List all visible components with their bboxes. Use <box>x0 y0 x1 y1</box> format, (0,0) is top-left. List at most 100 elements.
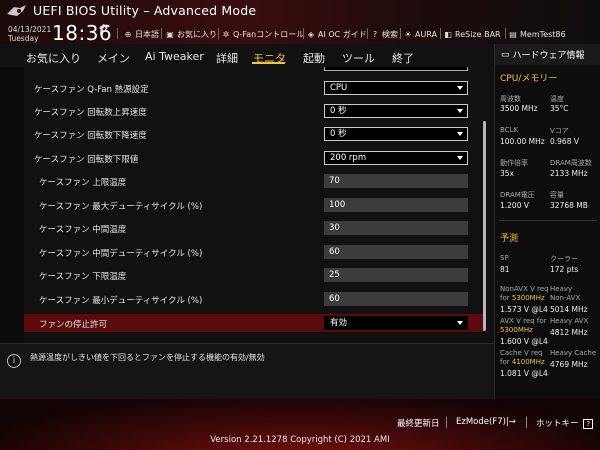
setting-label: ケースファン 回転数下限値 <box>34 155 139 165</box>
toolbar-search-label: 検索 <box>382 29 398 39</box>
clipped-dropdown <box>324 67 468 71</box>
step-up-dropdown[interactable]: 0 秒 <box>324 104 468 118</box>
setting-label: ケースファン 下限温度 <box>39 272 127 282</box>
cache-freq: 4100MHz <box>511 358 545 366</box>
dropdown-value: CPU <box>330 83 348 93</box>
toolbar-search[interactable]: ? 検索 <box>370 28 398 40</box>
toolbar-ai-oc-label: AI OC ガイド <box>318 29 367 39</box>
chevron-down-icon <box>457 109 463 113</box>
toolbar-qfan[interactable]: ✲ Q-Fanコントロール <box>221 28 305 40</box>
footer-divider <box>526 417 527 428</box>
cooler-label: クーラー <box>550 255 578 263</box>
avx-label: AVX V req for <box>500 317 547 325</box>
upper-temp-field[interactable]: 70 <box>324 174 468 188</box>
heavy-nonavx-label: Heavy <box>550 285 573 293</box>
heavy-cache-value: 4769 MHz <box>550 360 588 369</box>
tab-exit[interactable]: 終了 <box>392 50 414 66</box>
tab-boot[interactable]: 起動 <box>303 50 325 66</box>
capacity-value: 32768 MB <box>550 201 588 210</box>
info-icon: i <box>7 354 21 368</box>
sp-value: 81 <box>500 265 510 274</box>
avx-label-text: AVX V req <box>500 317 535 325</box>
scrollbar[interactable] <box>483 121 486 331</box>
setting-label: ケースファン 上限温度 <box>39 178 127 188</box>
hotkey-button[interactable]: ホットキー ? <box>536 417 594 429</box>
setting-label: ファンの停止許可 <box>39 320 108 330</box>
divider <box>499 220 597 221</box>
tab-favorites[interactable]: お気に入り <box>26 50 81 66</box>
middle-duty-field[interactable]: 60 <box>324 245 468 259</box>
globe-icon: ⊕ <box>124 29 132 39</box>
toolbar-ai-oc[interactable]: ◈ AI OC ガイド <box>306 28 367 40</box>
nonavx-for-line: for 5300MHz <box>500 294 545 302</box>
resize-bar-icon: ◧ <box>444 29 452 39</box>
active-tab-underline <box>252 62 285 64</box>
qfan-source-dropdown[interactable]: CPU <box>324 81 468 95</box>
favorites-icon: ▣ <box>166 29 174 39</box>
setting-label: ケースファン 回転数下降速度 <box>34 131 147 141</box>
freq-value: 3500 MHz <box>500 104 538 113</box>
max-duty-field[interactable]: 100 <box>324 198 468 212</box>
gear-icon[interactable]: ✿ <box>99 22 108 35</box>
monitor-icon: ▭ <box>501 49 510 60</box>
nonavx-volt: 1.573 V @L4 <box>500 305 548 314</box>
help-icon: ? <box>583 419 594 429</box>
vcore-value: 0.968 V <box>550 137 579 146</box>
footer-bar: 最終更新日 EzMode(F7)|→ ホットキー ? Version 2.21.… <box>0 399 600 450</box>
toolbar-divider <box>367 28 368 39</box>
tab-advanced[interactable]: 詳細 <box>216 50 238 66</box>
toolbar-aura[interactable]: ☀ AURA <box>403 28 437 40</box>
vcore-label: Vコア <box>550 127 569 135</box>
min-duty-field[interactable]: 60 <box>324 292 468 306</box>
dropdown-value: 200 rpm <box>330 153 367 163</box>
settings-panel: ケースファン Q-Fan 熱源設定 CPU ケースファン 回転数上昇速度 0 秒… <box>24 67 494 343</box>
fan-stop-dropdown[interactable]: 有効 <box>324 316 468 330</box>
toolbar-resize-bar[interactable]: ◧ ReSize BAR <box>443 28 500 40</box>
heavy-avx-label: Heavy AVX <box>550 317 589 325</box>
toolbar-language-label: 日本語 <box>135 29 159 39</box>
step-down-dropdown[interactable]: 0 秒 <box>324 127 468 141</box>
aura-icon: ☀ <box>404 29 412 39</box>
toolbar-divider <box>505 28 506 39</box>
cpu-memory-section: CPU/メモリー <box>500 74 558 84</box>
last-modified-button[interactable]: 最終更新日 <box>397 417 440 429</box>
heavy-nonavx-value: 5014 MHz <box>550 305 588 314</box>
help-text: 熱源温度がしきい値を下回るとファンを停止する機能の有効/無効 <box>30 353 265 362</box>
ai-oc-icon: ◈ <box>307 29 315 39</box>
toolbar-divider <box>400 28 401 39</box>
for-label: for <box>536 317 547 325</box>
dram-freq-label: DRAM周波数 <box>550 159 592 167</box>
chevron-down-icon <box>457 132 463 136</box>
avx-volt: 1.600 V @L4 <box>500 337 548 346</box>
ratio-value: 35x <box>500 169 514 178</box>
tab-ai-tweaker[interactable]: Ai Tweaker <box>145 50 204 63</box>
toolbar-favorites[interactable]: ▣ お気に入り <box>165 28 217 40</box>
date-text: 04/13/2021 <box>8 25 52 34</box>
help-panel: i 熱源温度がしきい値を下回るとファンを停止する機能の有効/無効 <box>0 343 494 399</box>
chevron-down-icon <box>457 156 463 160</box>
tab-main[interactable]: メイン <box>97 50 130 66</box>
heavy-cache-label: Heavy Cache <box>550 349 597 357</box>
lower-temp-field[interactable]: 25 <box>324 268 468 282</box>
dram-volt-value: 1.200 V <box>500 201 529 210</box>
dram-freq-value: 2133 MHz <box>550 169 588 178</box>
cooler-value: 172 pts <box>550 265 579 274</box>
dropdown-value: 0 秒 <box>330 106 347 116</box>
toolbar-divider <box>161 28 162 39</box>
ezmode-button[interactable]: EzMode(F7)|→ <box>456 417 516 427</box>
app-title: UEFI BIOS Utility – Advanced Mode <box>33 3 257 18</box>
heavy-nonavx-label-2: Non-AVX <box>550 294 581 302</box>
version-text: Version 2.21.1278 Copyright (C) 2021 AMI <box>210 435 390 445</box>
ratio-label: 動作倍率 <box>500 159 528 167</box>
toolbar-divider <box>303 28 304 39</box>
freq-label: 周波数 <box>500 95 521 103</box>
toolbar-language[interactable]: ⊕ 日本語 <box>123 28 159 40</box>
speed-low-limit-dropdown[interactable]: 200 rpm <box>324 151 468 165</box>
toolbar-divider <box>117 28 118 39</box>
middle-temp-field[interactable]: 30 <box>324 221 468 235</box>
toolbar-memtest[interactable]: ▤ MemTest86 <box>508 28 565 40</box>
tab-tool[interactable]: ツール <box>342 50 375 66</box>
toolbar-aura-label: AURA <box>415 29 438 39</box>
toolbar-divider <box>440 28 441 39</box>
temp-value: 35°C <box>550 104 569 113</box>
